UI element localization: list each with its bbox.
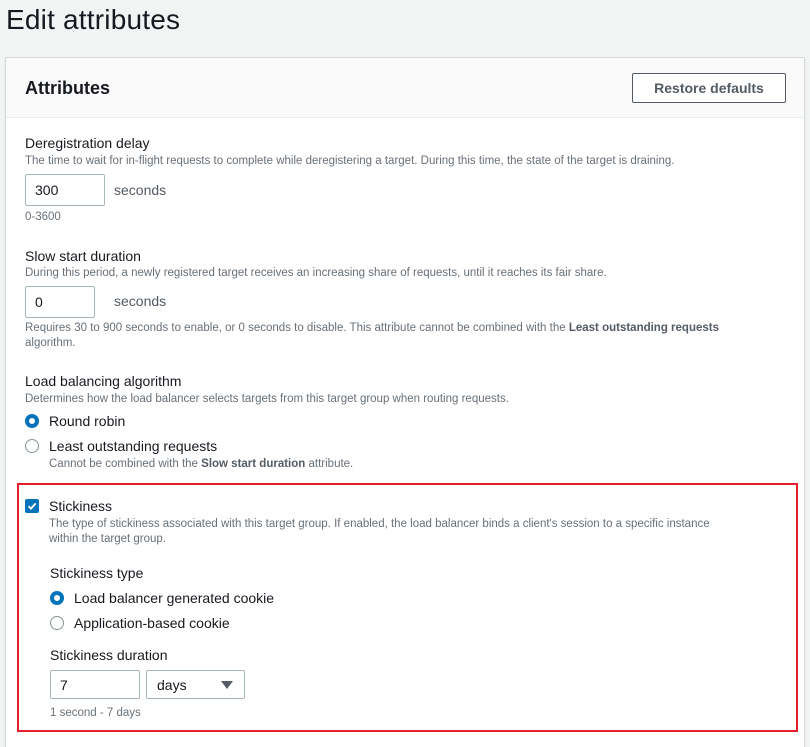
- deregistration-delay-range: 0-3600: [25, 211, 61, 223]
- app-based-cookie-label[interactable]: Application-based cookie: [74, 615, 230, 631]
- stickiness-description-line1: The type of stickiness associated with t…: [49, 518, 710, 530]
- stickiness-checkbox[interactable]: [25, 499, 39, 513]
- stickiness-duration-input[interactable]: [50, 670, 140, 699]
- least-outstanding-note-after: attribute.: [305, 458, 354, 470]
- deregistration-delay-input[interactable]: [25, 174, 105, 206]
- algorithm-description: Determines how the load balancer selects…: [25, 393, 509, 405]
- deregistration-delay-label: Deregistration delay: [25, 135, 150, 151]
- stickiness-label[interactable]: Stickiness: [49, 498, 112, 514]
- least-outstanding-note-bold: Slow start duration: [201, 458, 306, 470]
- round-robin-radio[interactable]: [25, 414, 39, 428]
- lb-generated-cookie-radio[interactable]: [50, 591, 64, 605]
- round-robin-label[interactable]: Round robin: [49, 413, 125, 429]
- slow-start-input[interactable]: [25, 286, 95, 318]
- stickiness-description-line2: within the target group.: [49, 533, 166, 545]
- slow-start-unit: seconds: [114, 293, 167, 309]
- page-title: Edit attributes: [6, 4, 181, 35]
- duration-unit-select[interactable]: days: [146, 670, 245, 699]
- least-outstanding-note: Cannot be combined with the Slow start d…: [49, 457, 353, 472]
- checkmark-icon: [27, 502, 37, 510]
- slow-start-hint-text: Requires 30 to 900 seconds to enable, or…: [25, 322, 569, 334]
- stickiness-type-label: Stickiness type: [50, 565, 144, 581]
- least-outstanding-radio[interactable]: [25, 439, 39, 453]
- deregistration-delay-unit: seconds: [114, 182, 167, 198]
- deregistration-delay-description: The time to wait for in-flight requests …: [25, 155, 675, 167]
- slow-start-hint-bold: Least outstanding requests: [568, 322, 719, 334]
- slow-start-label: Slow start duration: [25, 248, 141, 264]
- duration-unit-value: days: [157, 676, 187, 693]
- restore-defaults-button[interactable]: Restore defaults: [632, 73, 786, 103]
- panel-header: Attributes Restore defaults: [6, 58, 804, 118]
- stickiness-duration-label: Stickiness duration: [50, 647, 168, 663]
- slow-start-hint-after: algorithm.: [25, 337, 76, 349]
- lb-generated-cookie-label[interactable]: Load balancer generated cookie: [74, 590, 274, 606]
- app-based-cookie-radio[interactable]: [50, 616, 64, 630]
- slow-start-hint: Requires 30 to 900 seconds to enable, or…: [25, 321, 785, 351]
- slow-start-description: During this period, a newly registered t…: [25, 267, 607, 279]
- least-outstanding-note-text: Cannot be combined with the: [49, 458, 202, 470]
- algorithm-label: Load balancing algorithm: [25, 373, 182, 389]
- least-outstanding-label[interactable]: Least outstanding requests: [49, 438, 217, 454]
- panel-title: Attributes: [25, 78, 110, 98]
- chevron-down-icon: [221, 681, 233, 689]
- stickiness-duration-range: 1 second - 7 days: [50, 707, 141, 719]
